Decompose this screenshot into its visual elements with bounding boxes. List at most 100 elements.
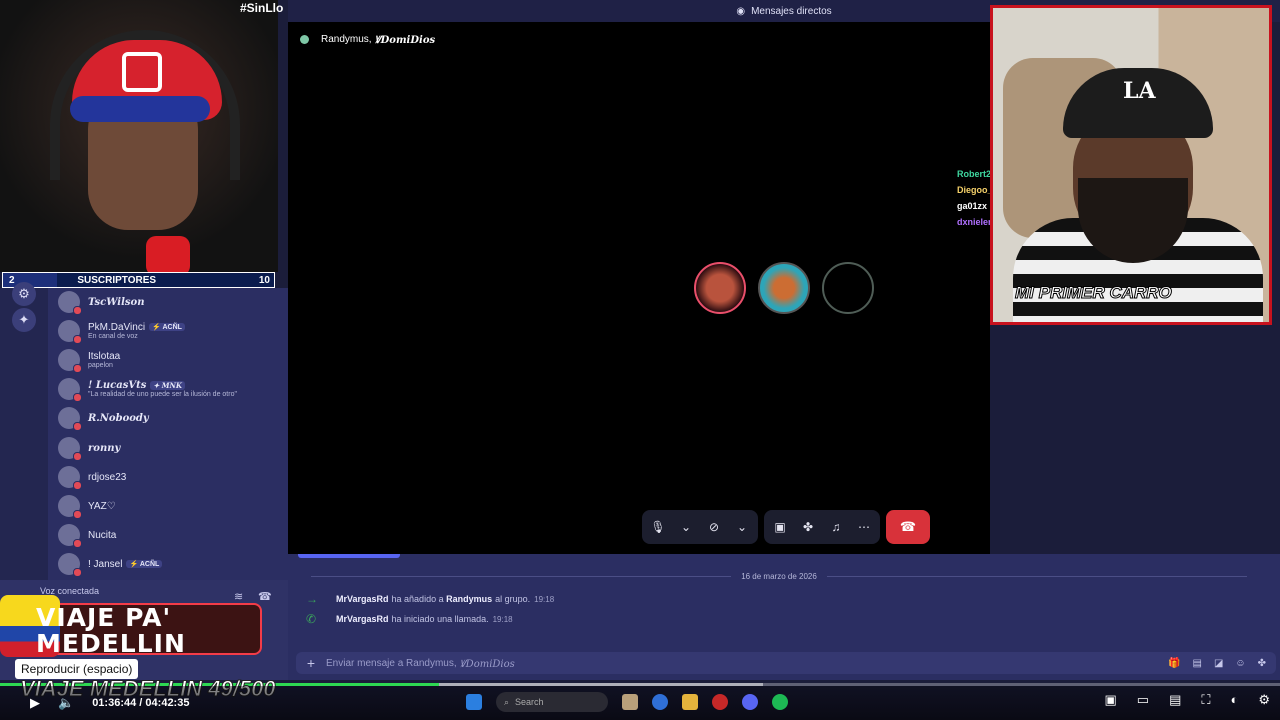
member-list-item[interactable]: Nucita [58,521,116,549]
message-target[interactable]: Randymus [446,594,492,604]
member-status: papelon [88,362,113,369]
member-name: Nucita [88,530,116,541]
member-avatar [58,407,82,431]
edge-icon[interactable] [652,694,668,710]
member-list-item[interactable]: R.Noboody [58,404,149,432]
screen-share-icon[interactable]: ▣ [770,520,790,534]
spotify-icon[interactable] [772,694,788,710]
dm-header-title: Mensajes directos [751,5,832,17]
hangup-button[interactable]: ☎ [886,510,930,544]
participant-avatar[interactable] [758,262,810,314]
message-composer[interactable]: + Enviar mensaje a Randymus, ꝞDomiDios 🎁… [296,652,1276,674]
member-text: Itslotaa papelon [88,351,120,369]
member-name: YAZ♡ [88,501,116,512]
member-list-item[interactable]: YAZ♡ [58,492,116,520]
member-avatar [58,349,82,373]
member-list-item[interactable]: Itslotaa papelon [58,346,120,374]
member-text: Nucita [88,530,116,541]
server-icon[interactable]: ⚙ [12,282,36,306]
taskbar-search[interactable]: ⌕ Search [496,692,608,712]
member-tag: ✦ MNK [150,381,185,390]
time-separator: / [139,697,143,709]
member-avatar [58,466,82,490]
settings-gear-icon[interactable]: ⚙ [1258,692,1270,708]
chat-username: dxnieler [957,217,992,227]
member-name-text: TscWilson [88,296,145,308]
subscriber-goal-bar: 2 SUSCRIPTORES 10 [2,272,275,288]
discord-icon: ◉ [736,5,746,17]
sticker-icon[interactable]: ◪ [1214,658,1223,669]
message-author[interactable]: MrVargasRd [336,594,389,604]
member-name: ronny [88,443,120,454]
apps-icon[interactable]: ✤ [1258,658,1266,669]
gif-icon[interactable]: ▤ [1192,658,1201,669]
gift-icon[interactable]: 🎁 [1168,658,1180,669]
member-avatar [58,378,82,402]
app-icon[interactable] [712,694,728,710]
folder-icon[interactable] [682,694,698,710]
chat-username: Robert2 [957,169,992,179]
microphone [146,236,190,272]
time-total: 04:42:35 [145,697,190,709]
chevron-down-icon[interactable]: ⌄ [676,520,696,534]
member-list-item[interactable]: ! LucasVts ✦ MNK "La realidad de uno puede… [58,375,237,403]
member-text: PkM.DaVinci ⚡ ACÑL En canal de voz [88,322,185,340]
member-name: PkM.DaVinci ⚡ ACÑL [88,322,185,333]
subtitles-icon[interactable]: ▤ [1169,692,1181,708]
member-avatar [58,495,82,519]
activities-icon[interactable]: ✤ [798,520,818,534]
member-avatar [58,437,82,461]
chat-overlay: Robert2 Diegoo_ ga01zx dxnieler [957,166,993,230]
audio-video-group: 🎙 ⌄ ⊘ ⌄ [642,510,758,544]
member-text: ronny [88,443,120,454]
activity-group: ▣ ✤ ♫ ⋯ [764,510,880,544]
microphone-icon[interactable]: 🎙 [648,520,668,534]
sub-goal: 10 [258,274,270,286]
windows-taskbar: ⌕ Search [466,692,788,712]
camera-off-icon[interactable]: ⊘ [704,520,724,534]
member-list-item[interactable]: ! Jansel ⚡ ACÑL [58,550,163,578]
chat-panel: 16 de marzo de 2026 → MrVargasRd ha añad… [288,554,1280,680]
play-icon[interactable]: ▶ [30,695,40,711]
theater-icon[interactable]: ▭ [1137,692,1149,708]
chevron-down-icon[interactable]: ⌄ [732,520,752,534]
player-left-controls: ▶ 🔈 01:36:44 / 04:42:35 [0,695,189,711]
member-text: ! LucasVts ✦ MNK "La realidad de uno puede… [88,380,237,398]
autoplay-icon[interactable]: ◐ [1230,692,1238,708]
windows-start-icon[interactable] [466,694,482,710]
participant-avatar[interactable] [822,262,874,314]
cap-logo-la: LA [1123,78,1156,104]
member-list-item[interactable]: ronny [58,434,120,462]
message-text: ha iniciado una llamada. [391,614,489,624]
member-list-item[interactable]: PkM.DaVinci ⚡ ACÑL En canal de voz [58,317,185,345]
chat-username: Diegoo_ [957,185,993,195]
cap-logo [122,52,162,92]
member-list-item[interactable]: rdjose23 [58,463,126,491]
member-name-text: YAZ♡ [88,500,116,512]
member-list-item[interactable]: TscWilson [58,288,144,316]
member-avatar [58,320,82,344]
message-text-2: al grupo. [495,594,531,604]
soundboard-icon[interactable]: ♫ [826,520,846,534]
miniplayer-icon[interactable]: ▣ [1104,692,1116,708]
member-name: TscWilson [88,297,144,308]
fullscreen-icon[interactable]: ⛶ [1201,692,1210,708]
app-icon[interactable] [622,694,638,710]
server-rail: ⚙ ✦ [0,282,48,588]
emoji-icon[interactable]: ☺ [1235,658,1245,669]
member-name-text: ronny [88,442,121,454]
time-display: 01:36:44 / 04:42:35 [92,697,189,709]
member-tag: ⚡ ACÑL [149,323,185,332]
more-icon[interactable]: ⋯ [854,520,874,534]
discord-icon[interactable] [742,694,758,710]
member-avatar [58,524,82,548]
call-title-name-2: ꝞDomiDios [374,35,436,46]
member-name-text: ! Jansel [88,558,123,570]
member-list: TscWilson PkM.DaVinci ⚡ ACÑL En canal de vo… [48,288,288,588]
message-author[interactable]: MrVargasRd [336,614,389,624]
discover-icon[interactable]: ✦ [12,308,36,332]
volume-icon[interactable]: 🔈 [58,695,74,711]
promo-banner: VIAJE PA' MEDELLIN [0,595,262,661]
add-attachment-icon[interactable]: + [296,655,326,671]
participant-avatar[interactable] [694,262,746,314]
